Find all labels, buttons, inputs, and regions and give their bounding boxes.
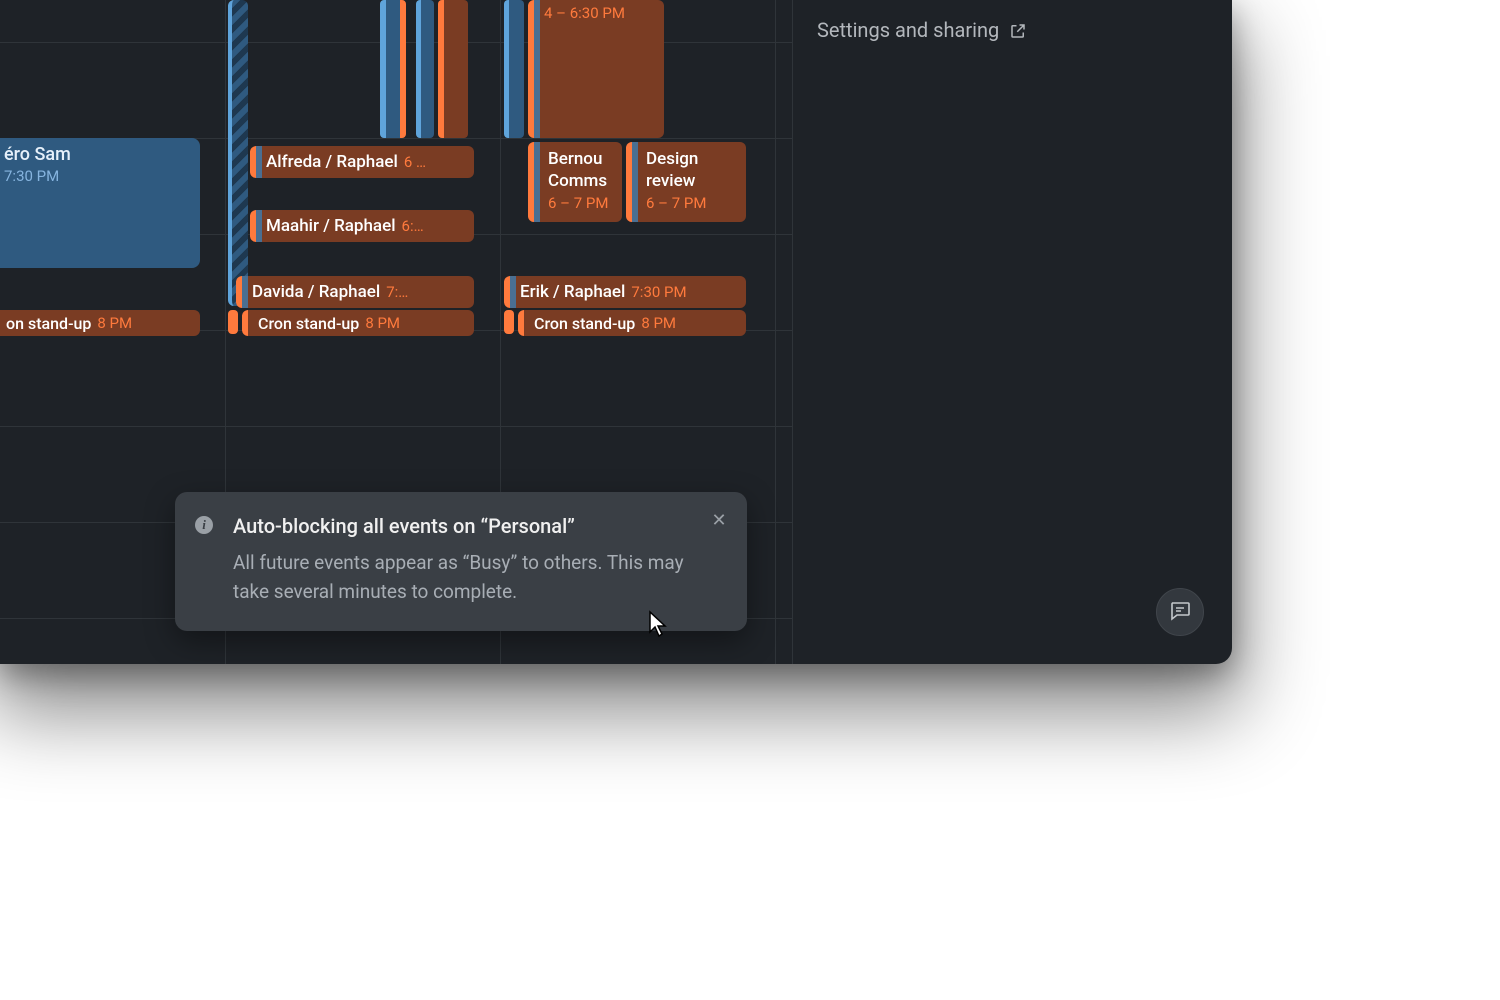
- event-secondary-accent: [242, 276, 248, 308]
- event-time: 8 PM: [641, 314, 676, 332]
- info-icon: i: [195, 516, 213, 534]
- event-title: on stand-up: [6, 314, 91, 333]
- event-design-review[interactable]: Design review 6 – 7 PM: [626, 142, 746, 222]
- right-sidebar: Settings and sharing: [792, 0, 1232, 664]
- external-link-icon: [1009, 21, 1027, 39]
- event-cron-right[interactable]: Cron stand-up 8 PM: [518, 310, 746, 336]
- event-time: 6 …: [404, 153, 426, 171]
- chat-button[interactable]: [1156, 588, 1204, 636]
- event-time: 6:…: [402, 217, 424, 235]
- event-time: 6 – 7 PM: [646, 194, 738, 212]
- event-sliver-orange[interactable]: [504, 310, 514, 334]
- event-standup-left[interactable]: on stand-up 8 PM: [0, 310, 200, 336]
- event-tall-orange[interactable]: 4 – 6:30 PM: [528, 0, 664, 138]
- event-time: 4 – 6:30 PM: [542, 0, 656, 26]
- event-secondary-accent: [534, 0, 540, 138]
- event-time: 7:30 PM: [4, 167, 188, 185]
- event-sliver-orange[interactable]: [438, 0, 468, 138]
- event-erik[interactable]: Erik / Raphael 7:30 PM: [504, 276, 746, 308]
- event-title: Maahir / Raphael: [266, 216, 396, 236]
- event-secondary-accent: [256, 146, 262, 178]
- close-icon[interactable]: ✕: [709, 510, 729, 530]
- toast-notification: i ✕ Auto-blocking all events on “Persona…: [175, 492, 747, 631]
- event-sliver-blue[interactable]: [504, 0, 524, 138]
- event-alfreda[interactable]: Alfreda / Raphael 6 …: [250, 146, 474, 178]
- grid-line: [0, 426, 792, 427]
- event-secondary-accent: [256, 210, 262, 242]
- event-secondary-accent: [510, 276, 516, 308]
- event-sliver-orange[interactable]: [228, 310, 238, 334]
- busy-block-striped[interactable]: [228, 0, 248, 306]
- grid-line: [775, 0, 776, 664]
- event-ero-sam[interactable]: éro Sam 7:30 PM: [0, 138, 200, 268]
- event-title: Cron stand-up: [534, 314, 635, 333]
- event-davida[interactable]: Davida / Raphael 7:…: [236, 276, 474, 308]
- event-time: 7:…: [386, 283, 408, 301]
- chat-icon: [1168, 598, 1192, 626]
- app-window: éro Sam 7:30 PM on stand-up 8 PM Alfreda…: [0, 0, 1232, 664]
- event-time: 8 PM: [97, 314, 132, 332]
- event-bernou[interactable]: Bernou Comms 6 – 7 PM: [528, 142, 622, 222]
- event-title: Bernou Comms: [548, 148, 614, 192]
- event-title: Design review: [646, 148, 738, 192]
- toast-body: All future events appear as “Busy” to ot…: [233, 548, 699, 607]
- event-cron-mid[interactable]: Cron stand-up 8 PM: [242, 310, 474, 336]
- event-title: Alfreda / Raphael: [266, 152, 398, 172]
- event-title: Cron stand-up: [258, 314, 359, 333]
- event-title: éro Sam: [4, 144, 71, 165]
- event-accent: [242, 310, 248, 336]
- event-secondary-accent: [632, 142, 638, 222]
- settings-and-sharing-link[interactable]: Settings and sharing: [817, 18, 1027, 42]
- event-title: Davida / Raphael: [252, 282, 380, 302]
- event-sliver[interactable]: [416, 0, 434, 138]
- event-time: 8 PM: [365, 314, 400, 332]
- settings-label: Settings and sharing: [817, 18, 999, 42]
- toast-title: Auto-blocking all events on “Personal”: [233, 514, 699, 538]
- event-title: Erik / Raphael: [520, 282, 625, 302]
- event-accent: [518, 310, 524, 336]
- event-maahir[interactable]: Maahir / Raphael 6:…: [250, 210, 474, 242]
- event-time: 6 – 7 PM: [548, 194, 614, 212]
- event-secondary-accent: [534, 142, 540, 222]
- event-time: 7:30 PM: [631, 283, 686, 301]
- event-sliver[interactable]: [380, 0, 406, 138]
